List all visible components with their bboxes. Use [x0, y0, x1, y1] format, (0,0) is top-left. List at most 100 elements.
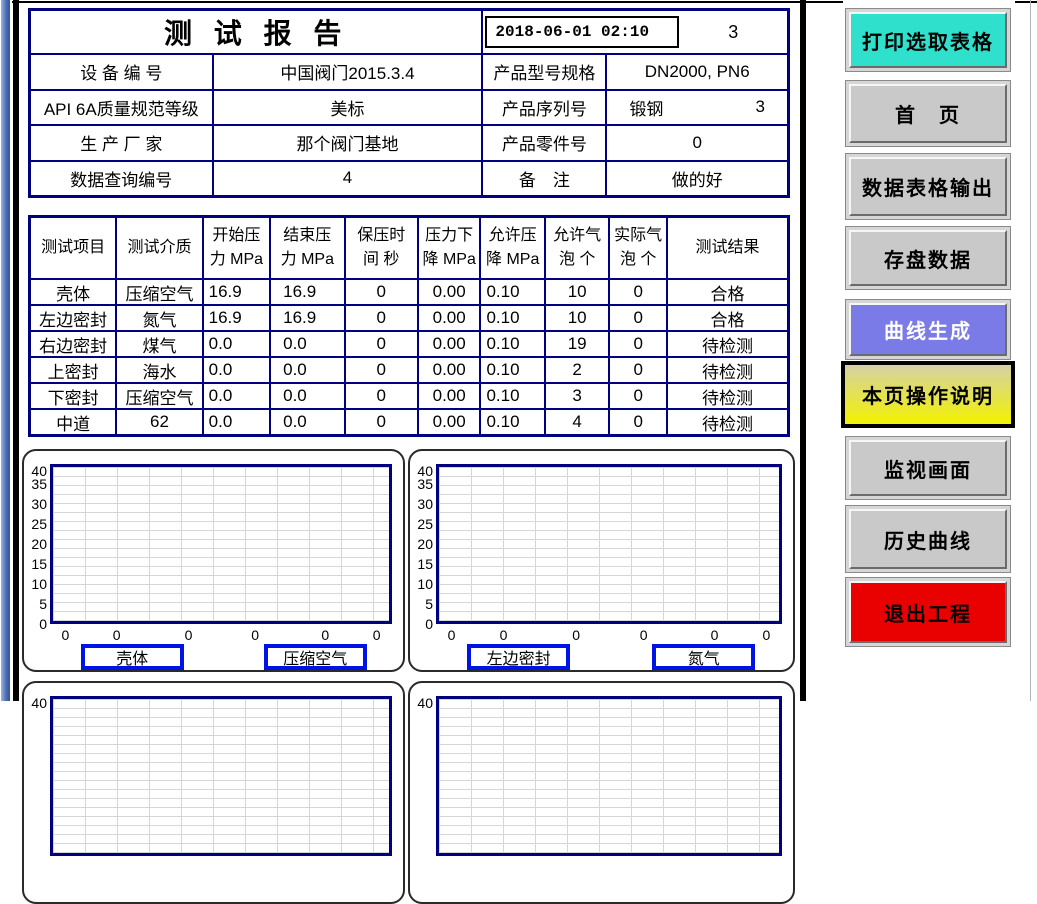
x-tick-label: 0 [763, 627, 771, 643]
button-face[interactable]: 退出工程 [849, 581, 1007, 643]
window-edge-stripe [1, 0, 10, 701]
test-value-cell: 0 [608, 278, 666, 304]
test-value-cell: 19 [544, 330, 608, 356]
home-page-button[interactable]: 首 页 [845, 80, 1011, 147]
button-face[interactable]: 打印选取表格 [849, 12, 1007, 68]
test-column-header: 测试介质 [115, 218, 201, 278]
test-value-cell: 0 [608, 304, 666, 330]
test-value-cell: 4 [544, 408, 608, 434]
test-value-cell: 16.9 [269, 304, 343, 330]
test-value-cell: 0 [608, 330, 666, 356]
test-value-cell: 0.10 [479, 408, 543, 434]
chart-panel-bottom-right: 40 [408, 681, 795, 904]
test-value-cell: 16.9 [202, 278, 269, 304]
y-tick-label: 30 [24, 496, 47, 512]
legend-medium-box: 氮气 [652, 644, 755, 670]
y-tick-label: 10 [410, 576, 433, 592]
button-face[interactable]: 本页操作说明 [845, 365, 1011, 424]
test-result-cell: 合格 [666, 278, 787, 304]
test-value-cell: 煤气 [115, 330, 201, 356]
test-result-cell: 待检测 [666, 408, 787, 434]
test-value-cell: 0.0 [202, 356, 269, 382]
info-label: API 6A质量规范等级 [31, 89, 212, 125]
chart-panel-bottom-left: 40 [22, 681, 405, 904]
x-tick-label: 0 [448, 627, 456, 643]
test-value-cell: 压缩空气 [115, 278, 201, 304]
info-value-text: 锻钢 [629, 95, 663, 120]
page-help-button[interactable]: 本页操作说明 [841, 361, 1015, 428]
chart-panel-shell: 4035302520151050000000壳体压缩空气 [22, 449, 405, 672]
test-item-cell: 上密封 [31, 356, 115, 382]
test-column-header: 实际气 泡 个 [608, 218, 666, 278]
info-label: 备 注 [481, 160, 605, 196]
test-value-cell: 16.9 [269, 278, 343, 304]
curve-generate-button[interactable]: 曲线生成 [845, 299, 1011, 360]
test-value-cell: 0.0 [269, 356, 343, 382]
info-label: 产品序列号 [481, 89, 605, 125]
test-column-header: 测试项目 [31, 218, 115, 278]
title-right-cell: 2018-06-01 02:10 3 [481, 11, 787, 53]
info-value: 0 [605, 124, 787, 160]
test-column-header: 允许压 降 MPa [479, 218, 543, 278]
info-label: 数据查询编号 [31, 160, 212, 196]
button-face[interactable]: 存盘数据 [849, 230, 1007, 286]
print-select-table-button[interactable]: 打印选取表格 [845, 8, 1011, 72]
test-results-table: 测试项目测试介质开始压 力 MPa结束压 力 MPa保压时 间 秒压力下 降 M… [28, 215, 790, 437]
test-value-cell: 0 [344, 382, 417, 408]
y-tick-label: 15 [410, 556, 433, 572]
exit-project-button[interactable]: 退出工程 [845, 577, 1011, 647]
button-face[interactable]: 曲线生成 [849, 303, 1007, 356]
y-tick-label: 35 [410, 476, 433, 492]
info-value: 美标 [212, 89, 482, 125]
test-value-cell: 0 [344, 356, 417, 382]
test-value-cell: 0 [344, 304, 417, 330]
test-value-cell: 0.0 [202, 408, 269, 434]
button-face[interactable]: 监视画面 [849, 440, 1007, 496]
report-header-table: 测 试 报 告 2018-06-01 02:10 3 设 备 编 号中国阀门20… [28, 8, 790, 198]
button-face[interactable]: 首 页 [849, 84, 1007, 143]
test-value-cell: 0.00 [417, 330, 480, 356]
test-value-cell: 0 [344, 408, 417, 434]
test-value-cell: 10 [544, 304, 608, 330]
test-item-cell: 中道 [31, 408, 115, 434]
y-tick-label: 25 [410, 516, 433, 532]
test-value-cell: 0.10 [479, 304, 543, 330]
test-value-cell: 62 [115, 408, 201, 434]
window-frame-left [13, 0, 19, 701]
test-value-cell: 0.00 [417, 304, 480, 330]
legend-test-item-box: 左边密封 [467, 644, 570, 670]
x-tick-label: 0 [185, 627, 193, 643]
info-label: 设 备 编 号 [31, 53, 212, 89]
info-value: 做的好 [605, 160, 787, 196]
y-tick-label: 20 [410, 536, 433, 552]
data-table-output-button[interactable]: 数据表格输出 [845, 153, 1011, 220]
history-curve-button[interactable]: 历史曲线 [845, 505, 1011, 573]
test-value-cell: 0.10 [479, 330, 543, 356]
legend-test-item-box: 壳体 [81, 644, 184, 670]
save-data-button[interactable]: 存盘数据 [845, 226, 1011, 290]
test-item-cell: 下密封 [31, 382, 115, 408]
plot-area [50, 464, 392, 624]
button-face[interactable]: 数据表格输出 [849, 157, 1007, 216]
x-tick-label: 0 [321, 627, 329, 643]
y-tick-label: 20 [24, 536, 47, 552]
test-item-cell: 右边密封 [31, 330, 115, 356]
test-value-cell: 0 [608, 382, 666, 408]
test-column-header: 压力下 降 MPa [417, 218, 480, 278]
plot-area [50, 696, 392, 856]
info-label: 产品零件号 [481, 124, 605, 160]
button-face[interactable]: 历史曲线 [849, 509, 1007, 569]
y-tick-label: 10 [24, 576, 47, 592]
monitor-screen-button[interactable]: 监视画面 [845, 436, 1011, 500]
test-result-cell: 待检测 [666, 382, 787, 408]
test-value-cell: 0.0 [269, 382, 343, 408]
y-tick-label: 5 [24, 596, 47, 612]
x-tick-label: 0 [640, 627, 648, 643]
test-column-header: 结束压 力 MPa [269, 218, 343, 278]
info-value: 那个阀门基地 [212, 124, 482, 160]
test-value-cell: 0 [344, 330, 417, 356]
x-tick-label: 0 [61, 627, 69, 643]
test-column-header: 开始压 力 MPa [202, 218, 269, 278]
test-value-cell: 海水 [115, 356, 201, 382]
test-value-cell: 10 [544, 278, 608, 304]
